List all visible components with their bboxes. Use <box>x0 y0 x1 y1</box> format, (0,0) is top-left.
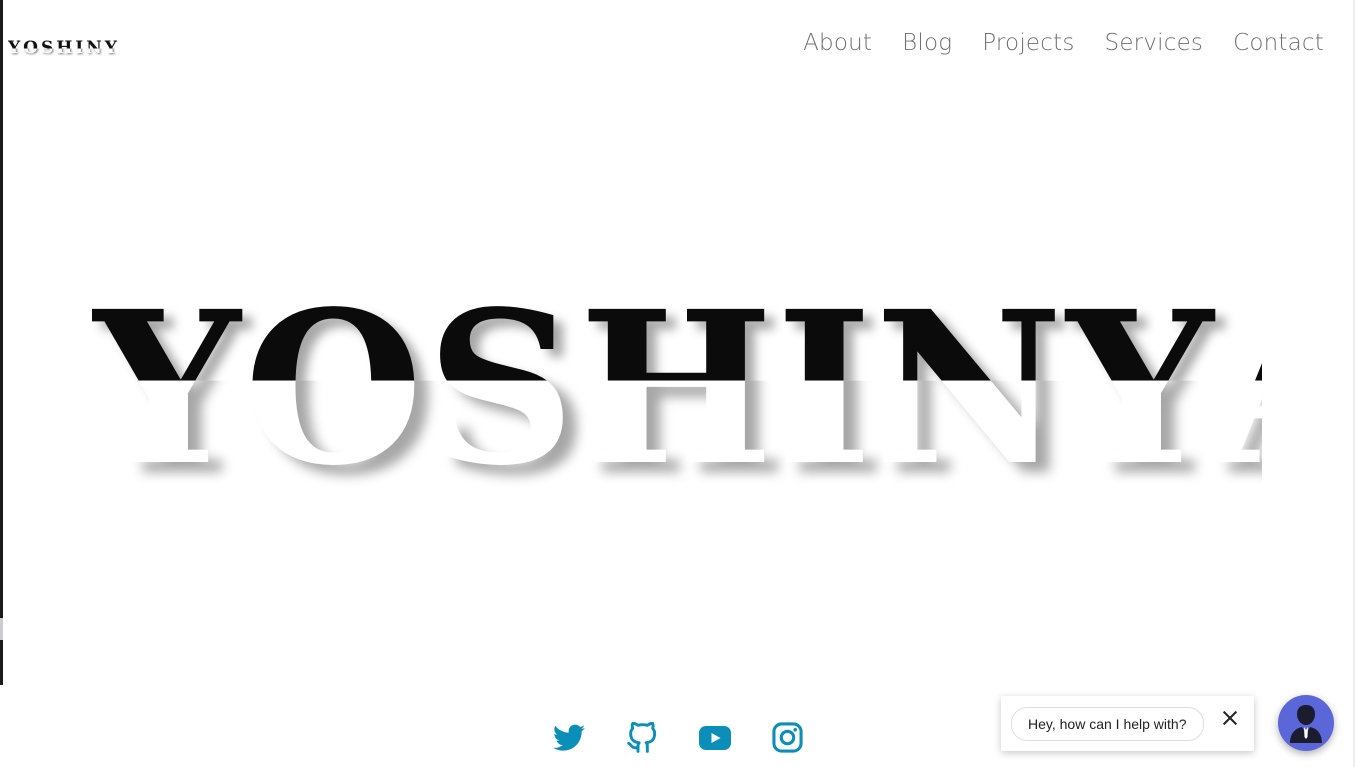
left-edge-notch <box>0 618 3 640</box>
hero-title: Y O S H I N Y A Y O S H I N Y A <box>92 276 1262 496</box>
left-edge-strip <box>0 0 3 685</box>
chat-launcher-button[interactable] <box>1278 695 1334 751</box>
github-icon[interactable] <box>625 721 658 754</box>
close-icon[interactable] <box>1220 708 1240 728</box>
nav-link-blog[interactable]: Blog <box>902 30 952 56</box>
youtube-icon[interactable] <box>698 721 731 754</box>
nav-link-services[interactable]: Services <box>1105 30 1204 56</box>
site-logo[interactable]: YOSHINYA YOSHINYA <box>8 36 118 60</box>
nav-link-about[interactable]: About <box>803 30 872 56</box>
twitter-icon[interactable] <box>552 721 585 754</box>
nav-link-projects[interactable]: Projects <box>982 30 1074 56</box>
main-nav: About Blog Projects Services Contact <box>803 30 1324 56</box>
agent-avatar-icon <box>1290 705 1322 743</box>
chat-suggestion-button[interactable]: Hey, how can I help with? <box>1011 707 1204 741</box>
social-links <box>552 721 804 754</box>
page: YOSHINYA YOSHINYA About Blog Projects Se… <box>0 0 1355 767</box>
chat-prompt-card: Hey, how can I help with? <box>1001 696 1254 751</box>
instagram-icon[interactable] <box>771 721 804 754</box>
nav-link-contact[interactable]: Contact <box>1233 30 1324 56</box>
